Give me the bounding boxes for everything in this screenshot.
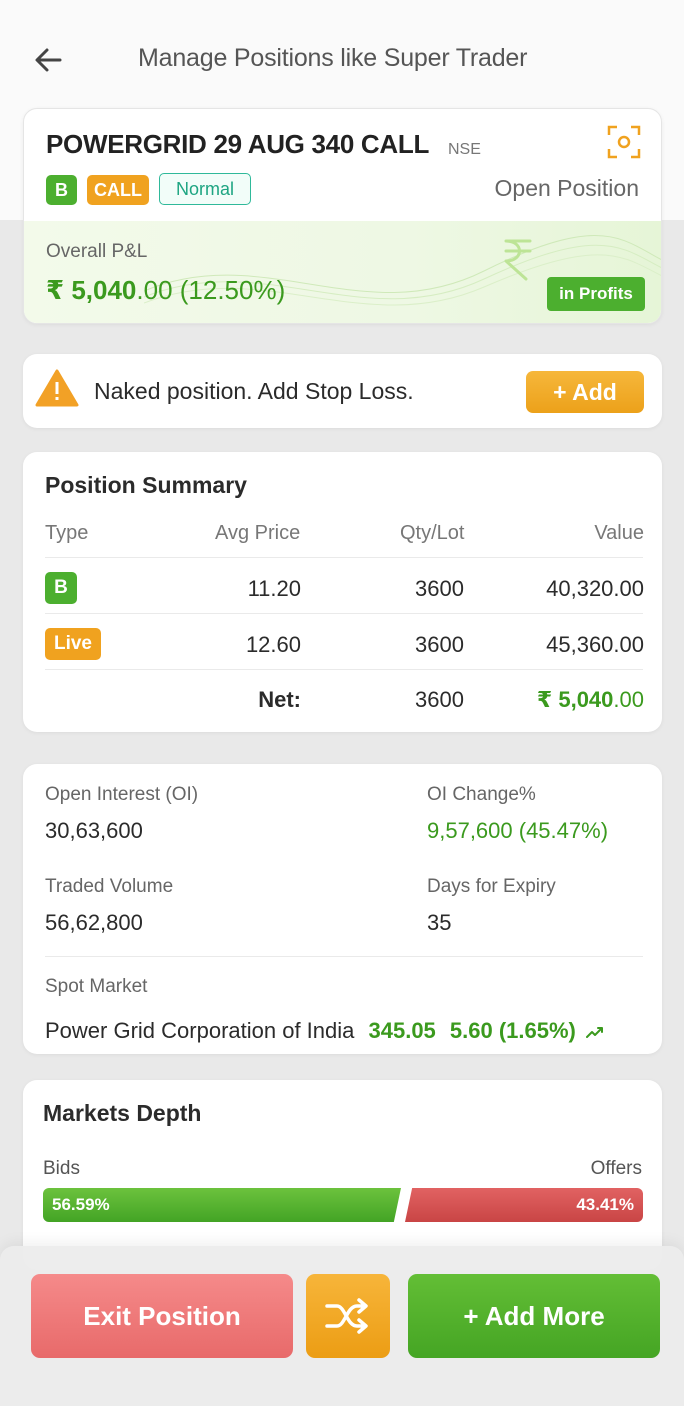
- oi-value: 30,63,600: [45, 818, 143, 843]
- bids-label: Bids: [43, 1158, 80, 1179]
- header-value: Value: [594, 522, 644, 544]
- net-label: Net:: [258, 687, 301, 712]
- net-value: ₹ 5,040.00: [537, 687, 644, 713]
- net-value-decimal: .00: [613, 687, 644, 712]
- row-buy-qty: 3600: [415, 576, 464, 601]
- oi-label: Open Interest (OI): [45, 784, 199, 805]
- spot-market-row[interactable]: Power Grid Corporation of India 345.05 5…: [45, 1018, 604, 1044]
- row-buy-value: 40,320.00: [546, 576, 644, 601]
- market-stats-card: Open Interest (OI) 30,63,600 OI Change% …: [23, 764, 662, 1054]
- summary-title: Position Summary: [45, 472, 247, 498]
- oi-change-value: 9,57,600 (45.47%): [427, 818, 609, 843]
- pnl-main: ₹ 5,040: [46, 275, 137, 305]
- row-buy-avg: 11.20: [247, 576, 301, 601]
- expiry-value: 35: [427, 910, 452, 935]
- spot-name: Power Grid Corporation of India: [45, 1018, 355, 1043]
- shuffle-button[interactable]: [306, 1274, 390, 1358]
- scan-icon[interactable]: [607, 125, 641, 159]
- bottom-action-bar: Exit Position + Add More: [0, 1246, 684, 1406]
- bids-percent: 56.59%: [52, 1195, 110, 1214]
- buy-badge: B: [46, 175, 77, 205]
- divider: [45, 669, 643, 670]
- add-more-button[interactable]: + Add More: [408, 1274, 660, 1358]
- pnl-section: Overall P&L ₹ 5,040.00 (12.50%) in Profi…: [24, 221, 661, 323]
- net-value-main: ₹ 5,040: [536, 687, 614, 712]
- exchange-label: NSE: [448, 141, 481, 158]
- order-type-badge: Normal: [159, 173, 251, 205]
- position-summary-card: Position Summary Type Avg Price Qty/Lot …: [23, 452, 662, 732]
- page-title: Manage Positions like Super Trader: [138, 44, 528, 72]
- call-badge: CALL: [87, 175, 149, 205]
- header-qty: Qty/Lot: [400, 522, 465, 544]
- row-live-value: 45,360.00: [546, 632, 644, 657]
- pnl-decimal: .00 (12.50%): [136, 275, 286, 305]
- spot-label: Spot Market: [45, 976, 148, 997]
- exit-position-button[interactable]: Exit Position: [31, 1274, 293, 1358]
- offers-label: Offers: [590, 1158, 642, 1179]
- add-stop-loss-button[interactable]: + Add: [526, 371, 644, 413]
- bids-bar: 56.59%: [43, 1188, 401, 1222]
- header-avg-price: Avg Price: [215, 522, 301, 544]
- divider: [45, 613, 643, 614]
- warning-icon: [35, 369, 79, 407]
- divider: [45, 557, 643, 558]
- market-depth-card: Markets Depth Bids Offers 56.59% 43.41%: [23, 1080, 662, 1270]
- header-type: Type: [45, 522, 89, 544]
- trend-up-icon: [586, 1027, 604, 1039]
- row-live-avg: 12.60: [245, 632, 301, 657]
- instrument-card: POWERGRID 29 AUG 340 CALL NSE B CALL Nor…: [23, 108, 662, 324]
- spot-price: 345.05: [368, 1018, 436, 1043]
- oi-change-label: OI Change%: [427, 784, 536, 805]
- offers-bar: 43.41%: [405, 1188, 643, 1222]
- row-live-badge: Live: [45, 628, 101, 660]
- pnl-label: Overall P&L: [46, 241, 148, 262]
- expiry-label: Days for Expiry: [427, 876, 556, 897]
- spot-change: 5.60 (1.65%): [449, 1018, 576, 1043]
- profit-badge: in Profits: [547, 277, 645, 311]
- depth-title: Markets Depth: [43, 1100, 202, 1126]
- volume-value: 56,62,800: [45, 910, 143, 935]
- pnl-value: ₹ 5,040.00 (12.50%): [46, 275, 285, 306]
- rupee-icon: [504, 239, 532, 281]
- position-status: Open Position: [494, 175, 639, 201]
- offers-percent: 43.41%: [576, 1195, 634, 1214]
- instrument-name: POWERGRID 29 AUG 340 CALL: [46, 129, 430, 159]
- volume-label: Traded Volume: [45, 876, 174, 897]
- alert-text: Naked position. Add Stop Loss.: [94, 378, 414, 404]
- row-buy-badge: B: [45, 572, 77, 604]
- stop-loss-alert: Naked position. Add Stop Loss. + Add: [23, 354, 662, 428]
- shuffle-icon: [325, 1298, 368, 1334]
- row-live-qty: 3600: [415, 632, 464, 657]
- net-qty: 3600: [415, 687, 464, 712]
- divider: [45, 956, 643, 957]
- back-arrow-icon[interactable]: [30, 40, 70, 80]
